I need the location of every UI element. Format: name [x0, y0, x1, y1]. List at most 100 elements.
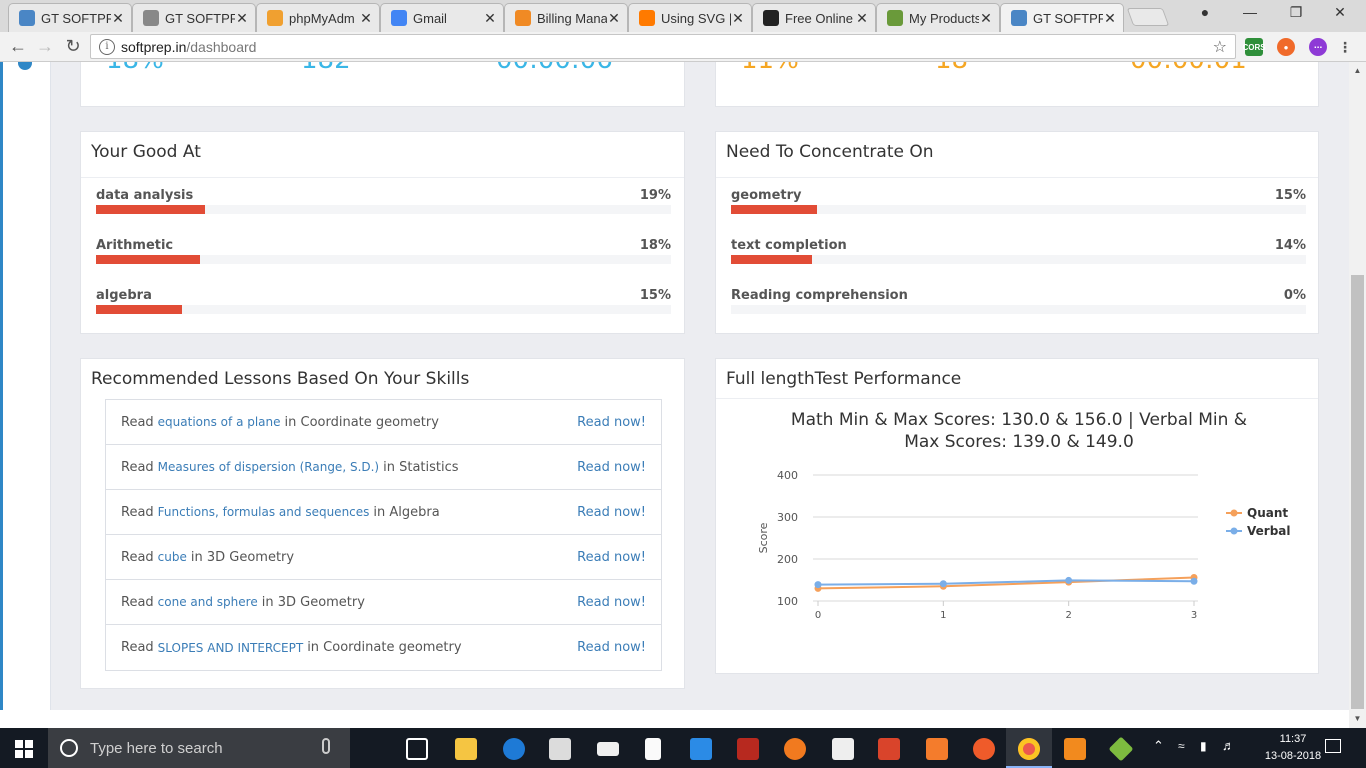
read-now-link[interactable]: Read now! — [577, 550, 646, 565]
restore-button[interactable]: ❐ — [1276, 4, 1316, 21]
browser-tab[interactable]: Using SVG | ✕ — [628, 3, 752, 32]
lesson-item: Read cone and sphere in 3D Geometry Read no… — [106, 580, 661, 625]
browser-tab[interactable]: Billing Mana ✕ — [504, 3, 628, 32]
file-explorer-icon[interactable] — [455, 738, 477, 760]
lesson-subject: in Coordinate geometry — [307, 640, 462, 655]
battery-icon[interactable]: ▮ — [1200, 739, 1207, 753]
notifications-icon[interactable] — [1325, 739, 1341, 753]
forward-button[interactable]: → — [33, 36, 57, 57]
site-info-icon[interactable]: i — [99, 38, 115, 55]
profile-icon[interactable]: ● — [1185, 4, 1225, 20]
browser-tab[interactable]: phpMyAdm ✕ — [256, 3, 380, 32]
lesson-topic-link[interactable]: SLOPES AND INTERCEPT — [158, 641, 304, 655]
task-view-icon[interactable] — [406, 738, 428, 760]
browser-toolbar: ← → ↻ i softprep.in/dashboard ☆ CORS ● ⋯… — [0, 32, 1366, 62]
lesson-topic-link[interactable]: cone and sphere — [158, 595, 258, 609]
x-tick-label: 0 — [815, 610, 821, 621]
scroll-down-arrow-icon[interactable]: ▼ — [1349, 714, 1366, 723]
browser-tab[interactable]: GT SOFTPRE✕ — [132, 3, 256, 32]
legend-label: Verbal — [1247, 524, 1291, 538]
read-now-link[interactable]: Read now! — [577, 505, 646, 520]
app-icon[interactable] — [832, 738, 854, 760]
store-icon[interactable] — [549, 738, 571, 760]
page-scrollbar[interactable]: ▲ ▼ — [1349, 62, 1366, 728]
performance-card: Full lengthTest Performance Math Min & M… — [715, 358, 1319, 674]
chat-icon[interactable] — [18, 62, 32, 70]
close-tab-icon[interactable]: ✕ — [111, 10, 125, 27]
legend-marker — [1230, 509, 1238, 517]
stat-time: 00:00:01 — [1130, 62, 1247, 75]
close-tab-icon[interactable]: ✕ — [607, 10, 621, 27]
filezilla-icon[interactable] — [737, 738, 759, 760]
close-tab-icon[interactable]: ✕ — [979, 10, 993, 27]
browser-tab[interactable]: GT SOFTPRE✕ — [1000, 3, 1124, 32]
extension-icon[interactable]: ⋯ — [1309, 38, 1327, 56]
reload-button[interactable]: ↻ — [61, 36, 85, 57]
xampp-icon[interactable] — [926, 738, 948, 760]
windows-start-icon[interactable] — [15, 740, 33, 758]
stat-count: 182 — [301, 62, 351, 75]
close-tab-icon[interactable]: ✕ — [855, 10, 869, 27]
edge-icon[interactable] — [503, 738, 525, 760]
browser-tab[interactable]: My Products ✕ — [876, 3, 1000, 32]
menu-icon[interactable]: ⋮ — [1336, 38, 1354, 56]
notepad-icon[interactable] — [645, 738, 661, 760]
app-icon[interactable] — [1108, 736, 1134, 762]
stat-percent: 11% — [741, 62, 799, 75]
y-axis-label: Score — [757, 522, 770, 553]
softprep-icon — [1011, 10, 1027, 26]
close-tab-icon[interactable]: ✕ — [359, 10, 373, 27]
postman-icon[interactable] — [973, 738, 995, 760]
skill-percent: 0% — [1283, 288, 1306, 303]
new-tab-button[interactable] — [1126, 8, 1170, 26]
browser-tab[interactable]: GT SOFTPRE✕ — [8, 3, 132, 32]
scrollbar-thumb[interactable] — [1351, 275, 1364, 709]
sidebar-accent — [0, 62, 3, 710]
chevron-up-icon[interactable]: ⌃ — [1153, 738, 1164, 754]
box-icon — [515, 10, 531, 26]
softprep-icon — [19, 10, 35, 26]
sublime-icon[interactable] — [1064, 738, 1086, 760]
legend-marker — [1230, 527, 1238, 535]
read-now-link[interactable]: Read now! — [577, 595, 646, 610]
microphone-icon[interactable] — [322, 738, 330, 754]
close-tab-icon[interactable]: ✕ — [483, 10, 497, 27]
git-icon[interactable] — [878, 738, 900, 760]
skill-percent: 15% — [1274, 188, 1306, 203]
lesson-topic-link[interactable]: equations of a plane — [158, 415, 281, 429]
minimize-button[interactable]: — — [1230, 4, 1270, 20]
page-icon — [143, 10, 159, 26]
read-now-link[interactable]: Read now! — [577, 460, 646, 475]
read-now-link[interactable]: Read now! — [577, 640, 646, 655]
read-now-link[interactable]: Read now! — [577, 415, 646, 430]
extension-icon[interactable]: ● — [1277, 38, 1295, 56]
vscode-icon[interactable] — [690, 738, 712, 760]
data-point — [1190, 577, 1198, 585]
wifi-icon[interactable]: ≈ — [1178, 739, 1185, 753]
browser-tab[interactable]: Free Online ✕ — [752, 3, 876, 32]
lesson-topic-link[interactable]: cube — [158, 550, 187, 564]
mail-icon[interactable] — [597, 742, 619, 756]
read-prefix: Read — [121, 459, 154, 475]
taskbar-search[interactable]: Type here to search — [48, 728, 350, 768]
close-tab-icon[interactable]: ✕ — [1103, 10, 1117, 27]
skill-progress-fill — [96, 305, 183, 314]
browser-tab[interactable]: Gmail ✕ — [380, 3, 504, 32]
lesson-topic-link[interactable]: Functions, formulas and sequences — [158, 505, 370, 519]
lesson-topic-link[interactable]: Measures of dispersion (Range, S.D.) — [158, 460, 379, 474]
volume-icon[interactable]: ♬ — [1222, 738, 1235, 753]
firefox-icon[interactable] — [784, 738, 806, 760]
tab-title: Gmail — [413, 10, 447, 26]
back-button[interactable]: ← — [6, 36, 30, 57]
cors-extension-icon[interactable]: CORS — [1242, 38, 1266, 56]
asterisk-icon — [639, 10, 655, 26]
taskbar-clock[interactable]: 11:37 13-08-2018 — [1262, 731, 1324, 765]
close-tab-icon[interactable]: ✕ — [235, 10, 249, 27]
address-bar[interactable]: i softprep.in/dashboard ☆ — [90, 34, 1236, 59]
close-tab-icon[interactable]: ✕ — [731, 10, 745, 27]
tab-title: My Products — [909, 10, 979, 26]
tab-title: Free Online — [785, 10, 853, 26]
bookmark-star-icon[interactable]: ☆ — [1213, 37, 1227, 57]
scroll-up-arrow-icon[interactable]: ▲ — [1349, 66, 1366, 75]
close-window-button[interactable]: ✕ — [1320, 4, 1360, 21]
